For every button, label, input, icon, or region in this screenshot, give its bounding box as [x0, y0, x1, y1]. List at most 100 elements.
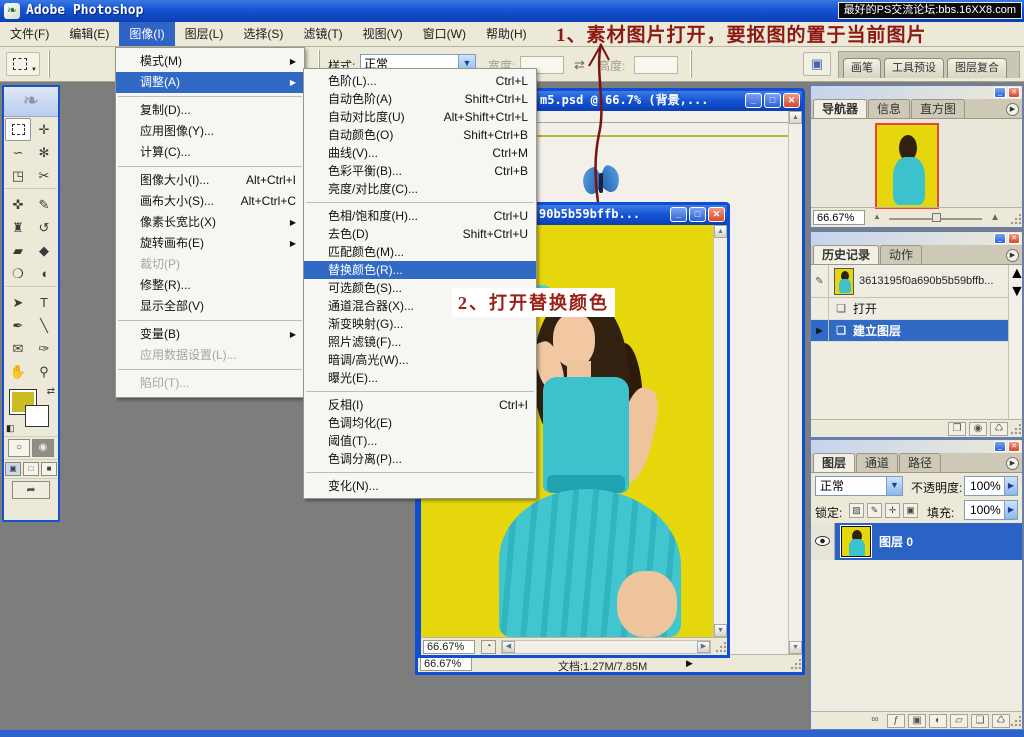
scroll-left-icon[interactable]: ◀: [502, 641, 515, 653]
tab-history[interactable]: 历史记录: [813, 245, 880, 264]
menu-item-trim[interactable]: 修整(R)...: [116, 275, 304, 296]
magic-wand-tool[interactable]: ✻: [31, 141, 57, 164]
blend-mode-dropdown[interactable]: 正常 ▼: [815, 476, 903, 496]
close-icon[interactable]: ✕: [1008, 441, 1020, 452]
menu-item-mode[interactable]: 模式(M) ▶: [116, 51, 304, 72]
swap-dimensions-icon[interactable]: ⇄: [574, 57, 585, 73]
lock-position-icon[interactable]: ✛: [885, 503, 900, 518]
resize-grip[interactable]: [1009, 214, 1021, 226]
menu-item-shadow-highlight[interactable]: 暗调/高光(W)...: [304, 351, 536, 369]
line-tool[interactable]: ╲: [31, 314, 57, 337]
menu-item-rotate-canvas[interactable]: 旋转画布(E) ▶: [116, 233, 304, 254]
tab-histogram[interactable]: 直方图: [911, 99, 966, 118]
doc2-zoom-field[interactable]: 66.67%: [423, 640, 475, 654]
scroll-down-icon[interactable]: ▼: [714, 624, 727, 637]
menu-item-pixel-aspect[interactable]: 像素长宽比(X) ▶: [116, 212, 304, 233]
tab-paths[interactable]: 路径: [899, 453, 942, 472]
history-source-checkbox[interactable]: ▶: [811, 319, 829, 342]
navigator-proxy-preview[interactable]: [875, 123, 939, 209]
blur-tool[interactable]: ❍: [5, 262, 31, 285]
jump-to-imageready-button[interactable]: ➦: [12, 481, 50, 499]
zoom-in-icon[interactable]: ▲: [990, 212, 1000, 223]
menu-file[interactable]: 文件(F): [0, 22, 59, 46]
menu-item-gradient-map[interactable]: 渐变映射(G)...: [304, 315, 536, 333]
pen-tool[interactable]: ✒: [5, 314, 31, 337]
scroll-right-icon[interactable]: ▶: [697, 641, 710, 653]
maximize-icon[interactable]: □: [689, 207, 706, 222]
menu-item-variables[interactable]: 变量(B) ▶: [116, 324, 304, 345]
menu-filter[interactable]: 滤镜(T): [293, 22, 352, 46]
standard-mode-button[interactable]: ○: [8, 439, 30, 457]
type-tool[interactable]: T: [31, 291, 57, 314]
move-tool[interactable]: ✛: [31, 118, 57, 141]
layer-thumbnail[interactable]: [840, 525, 872, 558]
maximize-icon[interactable]: □: [764, 93, 781, 108]
menu-item-hue-saturation[interactable]: 色相/饱和度(H)... Ctrl+U: [304, 207, 536, 225]
close-icon[interactable]: ✕: [1008, 87, 1020, 98]
menu-help[interactable]: 帮助(H): [476, 22, 537, 46]
link-icon[interactable]: ∞: [866, 714, 884, 728]
resize-grip[interactable]: [1009, 424, 1021, 436]
menu-item-adjustments[interactable]: 调整(A) ▶: [116, 72, 304, 93]
height-input[interactable]: [634, 56, 678, 74]
menu-item-invert[interactable]: 反相(I) Ctrl+I: [304, 396, 536, 414]
panel-header[interactable]: _ ✕: [811, 232, 1022, 245]
brush-tool[interactable]: ✎: [31, 193, 57, 216]
history-snapshot-row[interactable]: ✎ 3613195f0a690b5b59bffb...: [811, 265, 1008, 298]
fullscreen-mode-button[interactable]: ■: [41, 462, 57, 476]
minimize-icon[interactable]: _: [994, 441, 1006, 452]
lock-image-icon[interactable]: ✎: [867, 503, 882, 518]
doc2-vertical-scrollbar[interactable]: ▲ ▼: [713, 225, 727, 637]
layer-mask-icon[interactable]: ▣: [908, 714, 926, 728]
scroll-up-icon[interactable]: ▲: [789, 111, 802, 124]
doc2-horizontal-scrollbar[interactable]: ◀ ▶: [501, 640, 711, 654]
scroll-down-icon[interactable]: ▼: [1009, 283, 1024, 301]
navigator-zoom-field[interactable]: 66.67%: [813, 210, 865, 225]
menu-item-auto-levels[interactable]: 自动色阶(A) Shift+Ctrl+L: [304, 90, 536, 108]
paint-bucket-tool[interactable]: ◆: [31, 239, 57, 262]
close-icon[interactable]: ✕: [1008, 233, 1020, 244]
menu-item-canvas-size[interactable]: 画布大小(S)... Alt+Ctrl+C: [116, 191, 304, 212]
menu-item-auto-contrast[interactable]: 自动对比度(U) Alt+Shift+Ctrl+L: [304, 108, 536, 126]
palette-tab-tool-presets[interactable]: 工具预设: [884, 58, 944, 78]
opacity-field[interactable]: 100% ▶: [964, 476, 1018, 496]
panel-menu-icon[interactable]: ▶: [1006, 457, 1019, 470]
history-step-make-layer[interactable]: ▶ ❏ 建立图层: [811, 319, 1008, 342]
zoom-tool[interactable]: ⚲: [31, 360, 57, 383]
tab-channels[interactable]: 通道: [856, 453, 899, 472]
panel-menu-icon[interactable]: ▶: [1006, 103, 1019, 116]
notes-tool[interactable]: ✉: [5, 337, 31, 360]
lasso-tool[interactable]: ∽: [5, 141, 31, 164]
menu-item-equalize[interactable]: 色调均化(E): [304, 414, 536, 432]
layer-style-icon[interactable]: ƒ: [887, 714, 905, 728]
tab-navigator[interactable]: 导航器: [813, 99, 868, 118]
adjustment-layer-icon[interactable]: ◐: [929, 714, 947, 728]
menu-item-image-size[interactable]: 图像大小(I)... Alt+Ctrl+I: [116, 170, 304, 191]
menu-item-duplicate[interactable]: 复制(D)...: [116, 100, 304, 121]
menu-item-calculations[interactable]: 计算(C)...: [116, 142, 304, 163]
menu-item-curves[interactable]: 曲线(V)... Ctrl+M: [304, 144, 536, 162]
menu-view[interactable]: 视图(V): [353, 22, 413, 46]
resize-grip[interactable]: [1009, 716, 1021, 728]
dodge-tool[interactable]: ◖: [31, 262, 57, 285]
tab-info[interactable]: 信息: [868, 99, 911, 118]
menu-layer[interactable]: 图层(L): [175, 22, 234, 46]
menu-item-apply-image[interactable]: 应用图像(Y)...: [116, 121, 304, 142]
menu-item-variations[interactable]: 变化(N)...: [304, 477, 536, 495]
new-group-icon[interactable]: ▱: [950, 714, 968, 728]
close-icon[interactable]: ✕: [783, 93, 800, 108]
menu-select[interactable]: 选择(S): [233, 22, 293, 46]
history-scrollbar[interactable]: ▲ ▼: [1008, 265, 1024, 419]
slider-knob[interactable]: [931, 213, 941, 222]
scroll-down-icon[interactable]: ▼: [789, 641, 802, 654]
layer-row-layer0[interactable]: 图层 0: [811, 523, 1022, 560]
menu-edit[interactable]: 编辑(E): [59, 22, 119, 46]
zoom-out-icon[interactable]: ▲: [873, 212, 881, 221]
history-step-open[interactable]: ❏ 打开: [811, 297, 1008, 320]
menu-item-exposure[interactable]: 曝光(E)...: [304, 369, 536, 387]
new-layer-icon[interactable]: ❏: [971, 714, 989, 728]
menu-item-color-balance[interactable]: 色彩平衡(B)... Ctrl+B: [304, 162, 536, 180]
minimize-icon[interactable]: _: [745, 93, 762, 108]
rectangular-marquee-tool[interactable]: [5, 118, 31, 141]
tab-layers[interactable]: 图层: [813, 453, 856, 472]
